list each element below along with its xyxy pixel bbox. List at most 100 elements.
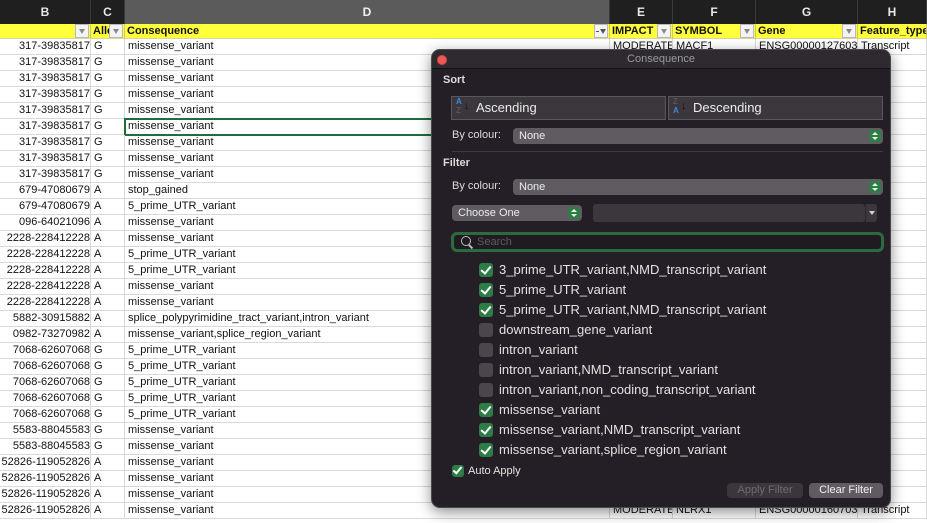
condition-value-dropdown-button[interactable] bbox=[865, 204, 877, 222]
cell-position[interactable]: 2228-228412228 bbox=[0, 279, 91, 295]
cell-allele[interactable]: G bbox=[91, 359, 125, 375]
filter-dropdown-button[interactable] bbox=[657, 24, 671, 38]
filter-value-item[interactable]: 5_prime_UTR_variant bbox=[479, 280, 879, 300]
sort-descending-button[interactable]: Z A ↓ Descending bbox=[668, 96, 883, 120]
filter-value-item[interactable]: 3_prime_UTR_variant,NMD_transcript_varia… bbox=[479, 260, 879, 280]
sort-by-colour-select[interactable]: None bbox=[513, 128, 883, 144]
checkbox-unchecked-icon[interactable] bbox=[479, 343, 493, 357]
checkbox-unchecked-icon[interactable] bbox=[479, 383, 493, 397]
apply-filter-button[interactable]: Apply Filter bbox=[727, 483, 803, 498]
filter-active-button[interactable] bbox=[594, 24, 608, 38]
cell-allele[interactable]: G bbox=[91, 39, 125, 55]
condition-select[interactable]: Choose One bbox=[452, 205, 582, 221]
cell-position[interactable]: 096-64021096 bbox=[0, 215, 91, 231]
checkbox-unchecked-icon[interactable] bbox=[479, 363, 493, 377]
checkbox-checked-icon[interactable] bbox=[479, 283, 493, 297]
condition-value-input[interactable] bbox=[593, 204, 865, 222]
cell-allele[interactable]: G bbox=[91, 407, 125, 423]
cell-allele[interactable]: A bbox=[91, 503, 125, 519]
cell-allele[interactable]: G bbox=[91, 135, 125, 151]
cell-allele[interactable]: A bbox=[91, 471, 125, 487]
cell-position[interactable]: 2228-228412228 bbox=[0, 247, 91, 263]
filter-dropdown-button[interactable] bbox=[740, 24, 754, 38]
cell-position[interactable]: 0982-73270982 bbox=[0, 327, 91, 343]
cell-allele[interactable]: G bbox=[91, 391, 125, 407]
filter-dropdown-button[interactable] bbox=[109, 24, 123, 38]
cell-position[interactable]: 7068-62607068 bbox=[0, 391, 91, 407]
cell-allele[interactable]: A bbox=[91, 199, 125, 215]
filter-value-item[interactable]: missense_variant bbox=[479, 400, 879, 420]
cell-allele[interactable]: G bbox=[91, 71, 125, 87]
checkbox-checked-icon[interactable] bbox=[479, 423, 493, 437]
cell-position[interactable]: 5583-88045583 bbox=[0, 439, 91, 455]
column-letter-c[interactable]: C bbox=[91, 0, 125, 24]
cell-allele[interactable]: A bbox=[91, 183, 125, 199]
cell-allele[interactable]: A bbox=[91, 215, 125, 231]
clear-filter-button[interactable]: Clear Filter bbox=[809, 483, 883, 498]
cell-position[interactable]: 5882-30915882 bbox=[0, 311, 91, 327]
cell-allele[interactable]: G bbox=[91, 167, 125, 183]
cell-allele[interactable]: A bbox=[91, 455, 125, 471]
cell-position[interactable]: 317-39835817 bbox=[0, 71, 91, 87]
cell-allele[interactable]: G bbox=[91, 87, 125, 103]
filter-value-item[interactable]: missense_variant,splice_region_variant bbox=[479, 440, 879, 460]
cell-allele[interactable]: G bbox=[91, 423, 125, 439]
cell-position[interactable]: 7068-62607068 bbox=[0, 359, 91, 375]
cell-position[interactable]: 317-39835817 bbox=[0, 87, 91, 103]
column-letter-h[interactable]: H bbox=[858, 0, 927, 24]
cell-position[interactable]: 52826-119052826 bbox=[0, 471, 91, 487]
filter-value-item[interactable]: intron_variant,non_coding_transcript_var… bbox=[479, 380, 879, 400]
cell-allele[interactable]: A bbox=[91, 247, 125, 263]
filter-value-item[interactable]: downstream_gene_variant bbox=[479, 320, 879, 340]
filter-dropdown-button[interactable] bbox=[842, 24, 856, 38]
sort-ascending-button[interactable]: A Z ↓ Ascending bbox=[451, 96, 666, 120]
cell-allele[interactable]: A bbox=[91, 311, 125, 327]
cell-allele[interactable]: G bbox=[91, 375, 125, 391]
cell-position[interactable]: 317-39835817 bbox=[0, 55, 91, 71]
checkbox-checked-icon[interactable] bbox=[479, 443, 493, 457]
cell-position[interactable]: 7068-62607068 bbox=[0, 343, 91, 359]
cell-allele[interactable]: G bbox=[91, 439, 125, 455]
column-letter-b[interactable]: B bbox=[0, 0, 91, 24]
cell-allele[interactable]: G bbox=[91, 103, 125, 119]
column-letter-d[interactable]: D bbox=[125, 0, 610, 24]
cell-position[interactable]: 317-39835817 bbox=[0, 39, 91, 55]
close-icon[interactable] bbox=[437, 55, 447, 65]
cell-allele[interactable]: A bbox=[91, 231, 125, 247]
dialog-titlebar[interactable]: Consequence bbox=[432, 50, 890, 69]
cell-position[interactable]: 2228-228412228 bbox=[0, 231, 91, 247]
column-letter-g[interactable]: G bbox=[756, 0, 858, 24]
checkbox-unchecked-icon[interactable] bbox=[479, 323, 493, 337]
cell-allele[interactable]: A bbox=[91, 279, 125, 295]
search-input[interactable] bbox=[477, 235, 877, 249]
cell-position[interactable]: 317-39835817 bbox=[0, 167, 91, 183]
cell-position[interactable]: 679-47080679 bbox=[0, 199, 91, 215]
cell-position[interactable]: 317-39835817 bbox=[0, 103, 91, 119]
cell-allele[interactable]: G bbox=[91, 119, 125, 135]
column-letter-f[interactable]: F bbox=[673, 0, 756, 24]
cell-allele[interactable]: G bbox=[91, 151, 125, 167]
auto-apply-checkbox[interactable]: Auto Apply bbox=[452, 463, 521, 479]
checkbox-checked-icon[interactable] bbox=[479, 303, 493, 317]
filter-dropdown-button[interactable] bbox=[75, 24, 89, 38]
cell-allele[interactable]: A bbox=[91, 327, 125, 343]
cell-position[interactable]: 52826-119052826 bbox=[0, 503, 91, 519]
cell-position[interactable]: 317-39835817 bbox=[0, 119, 91, 135]
filter-value-item[interactable]: missense_variant,NMD_transcript_variant bbox=[479, 420, 879, 440]
filter-value-item[interactable]: intron_variant,NMD_transcript_variant bbox=[479, 360, 879, 380]
checkbox-checked-icon[interactable] bbox=[479, 263, 493, 277]
cell-position[interactable]: 317-39835817 bbox=[0, 151, 91, 167]
cell-position[interactable]: 2228-228412228 bbox=[0, 263, 91, 279]
cell-allele[interactable]: A bbox=[91, 487, 125, 503]
cell-allele[interactable]: A bbox=[91, 263, 125, 279]
cell-position[interactable]: 52826-119052826 bbox=[0, 455, 91, 471]
cell-allele[interactable]: G bbox=[91, 343, 125, 359]
cell-allele[interactable]: G bbox=[91, 55, 125, 71]
cell-position[interactable]: 2228-228412228 bbox=[0, 295, 91, 311]
checkbox-checked-icon[interactable] bbox=[479, 403, 493, 417]
cell-allele[interactable]: A bbox=[91, 295, 125, 311]
column-letter-e[interactable]: E bbox=[610, 0, 673, 24]
filter-by-colour-select[interactable]: None bbox=[513, 179, 883, 195]
filter-value-item[interactable]: 5_prime_UTR_variant,NMD_transcript_varia… bbox=[479, 300, 879, 320]
cell-position[interactable]: 317-39835817 bbox=[0, 135, 91, 151]
